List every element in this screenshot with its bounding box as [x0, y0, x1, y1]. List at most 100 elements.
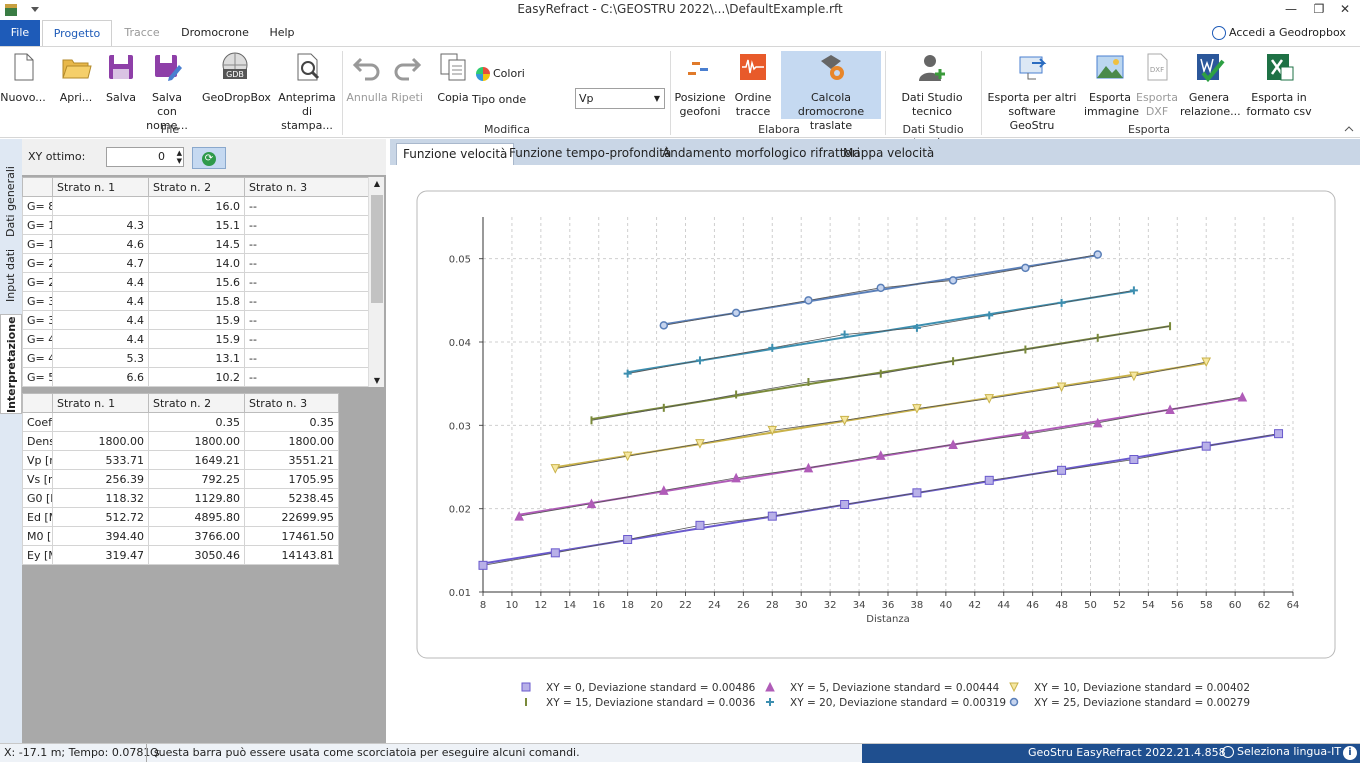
tab-progetto[interactable]: Progetto — [42, 20, 112, 46]
annulla-button[interactable]: Annulla — [346, 51, 388, 105]
table-cell[interactable]: -- — [244, 215, 368, 235]
table-cell[interactable]: -- — [244, 234, 368, 254]
salva-button[interactable]: Salva — [102, 51, 140, 105]
row-header[interactable]: G= 33 — [22, 291, 53, 311]
table-cell[interactable]: 6.6 — [52, 367, 149, 387]
tab-help[interactable]: Help — [262, 20, 302, 46]
col-header[interactable]: Strato n. 2 — [148, 177, 245, 197]
esporta-csv-button[interactable]: Esporta in formato csv — [1244, 51, 1314, 119]
table-cell[interactable]: 16.0 — [148, 196, 245, 216]
refresh-button[interactable]: ⟳ — [192, 147, 226, 169]
row-header[interactable]: G0 [M — [22, 488, 53, 508]
tab-dromocrone[interactable]: Dromocrone — [176, 20, 254, 46]
row-header[interactable]: G= 48 — [22, 348, 53, 368]
esporta-immagine-button[interactable]: Esporta immagine — [1084, 51, 1139, 119]
ripeti-button[interactable]: Ripeti — [388, 51, 426, 105]
genera-relazione-button[interactable]: Genera relazione... — [1180, 51, 1241, 119]
table-cell[interactable]: 0.35 — [52, 412, 149, 432]
tab-andamento-morfologico[interactable]: Andamento morfologico rifrattori — [656, 143, 866, 165]
row-header[interactable]: Dens — [22, 431, 53, 451]
table-cell[interactable]: 1800.00 — [148, 431, 245, 451]
tab-input-dati[interactable]: Input dati — [0, 244, 22, 304]
row-header[interactable]: G= 2: — [22, 253, 53, 273]
row-header[interactable]: Ey [M — [22, 545, 53, 565]
table-cell[interactable]: 0.35 — [244, 412, 339, 432]
col-header[interactable]: Strato n. 1 — [52, 393, 149, 413]
anteprima-button[interactable]: Anteprima di stampa... — [276, 51, 338, 133]
posizione-geofoni-button[interactable]: Posizione geofoni — [674, 51, 726, 119]
table-cell[interactable]: 13.1 — [148, 348, 245, 368]
row-header[interactable]: G= 38 — [22, 310, 53, 330]
scrollbar-thumb[interactable] — [371, 195, 383, 303]
col-header[interactable]: Strato n. 2 — [148, 393, 245, 413]
row-header[interactable]: Vp [m — [22, 450, 53, 470]
tab-funzione-tempo-profondita[interactable]: Funzione tempo-profondità — [503, 143, 677, 165]
scroll-down-icon[interactable]: ▼ — [369, 376, 385, 385]
esporta-dxf-button[interactable]: DXF Esporta DXF — [1136, 51, 1178, 119]
table-cell[interactable]: -- — [244, 310, 368, 330]
table-cell[interactable]: 4.1 — [52, 196, 149, 216]
table-cell[interactable]: 15.9 — [148, 329, 245, 349]
table-cell[interactable]: 15.9 — [148, 310, 245, 330]
tab-interpretazione[interactable]: Interpretazione — [0, 314, 22, 414]
scroll-up-icon[interactable]: ▲ — [369, 179, 385, 188]
table-scrollbar[interactable]: ▲ ▼ — [368, 177, 384, 387]
table-cell[interactable]: -- — [244, 291, 368, 311]
nuovo-button[interactable]: Nuovo... — [0, 51, 46, 105]
row-header[interactable]: G= 8. — [22, 196, 53, 216]
login-link[interactable]: Accedi a Geodropbox — [1212, 20, 1352, 46]
col-header[interactable]: Strato n. 3 — [244, 393, 339, 413]
geodropbox-button[interactable]: GDB GeoDropBox — [202, 51, 271, 105]
table-cell[interactable]: -- — [244, 253, 368, 273]
spin-down-icon[interactable]: ▼ — [177, 157, 182, 165]
row-header[interactable]: G= 4: — [22, 329, 53, 349]
table-cell[interactable]: -- — [244, 196, 368, 216]
salva-con-nome-button[interactable]: Salva con nome... — [142, 51, 192, 133]
table-cell[interactable]: 15.6 — [148, 272, 245, 292]
esporta-altri-button[interactable]: Esporta per altri software GeoStru — [986, 51, 1078, 133]
file-menu[interactable]: File — [0, 20, 40, 46]
row-header[interactable]: Ed [M — [22, 507, 53, 527]
xy-ottimo-input[interactable]: 0 ▲ ▼ — [106, 147, 184, 167]
row-header[interactable]: Coeff — [22, 412, 53, 432]
table-cell[interactable]: -- — [244, 329, 368, 349]
row-header[interactable]: G= 1: — [22, 215, 53, 235]
table-cell[interactable]: 14.5 — [148, 234, 245, 254]
row-header[interactable]: M0 [M — [22, 526, 53, 546]
colori-button[interactable]: Colori — [476, 67, 525, 81]
language-selector[interactable]: Seleziona lingua-IT — [1222, 745, 1341, 758]
row-header[interactable]: Vs [m — [22, 469, 53, 489]
apri-button[interactable]: Apri... — [54, 51, 98, 105]
col-header[interactable]: Strato n. 1 — [52, 177, 149, 197]
tipo-onde-select[interactable]: Vp ▼ — [575, 88, 665, 109]
table-cell[interactable]: 10.2 — [148, 367, 245, 387]
collapse-ribbon-icon[interactable] — [1344, 125, 1354, 133]
table-cell[interactable]: 4.4 — [52, 272, 149, 292]
table-cell[interactable]: 14.0 — [148, 253, 245, 273]
table-cell[interactable]: 4.4 — [52, 291, 149, 311]
tab-funzione-velocita[interactable]: Funzione velocità — [396, 143, 515, 165]
close-button[interactable]: ✕ — [1322, 0, 1360, 20]
col-header[interactable]: Strato n. 3 — [244, 177, 368, 197]
table-cell[interactable]: -- — [244, 348, 368, 368]
copia-button[interactable]: Copia — [436, 51, 470, 105]
row-header[interactable]: G= 28 — [22, 272, 53, 292]
table-cell[interactable]: 4.6 — [52, 234, 149, 254]
spin-up-icon[interactable]: ▲ — [177, 149, 182, 157]
table-cell[interactable]: -- — [244, 367, 368, 387]
row-header[interactable]: G= 18 — [22, 234, 53, 254]
tab-mappa-velocita[interactable]: Mappa velocità — [837, 143, 940, 165]
table-cell[interactable]: 1800.00 — [52, 431, 149, 451]
table-cell[interactable]: 15.1 — [148, 215, 245, 235]
table-cell[interactable]: 5.3 — [52, 348, 149, 368]
table-cell[interactable]: 4.4 — [52, 329, 149, 349]
ordine-tracce-button[interactable]: Ordine tracce — [730, 51, 776, 119]
info-icon[interactable]: i — [1343, 746, 1357, 760]
table-cell[interactable]: 4.7 — [52, 253, 149, 273]
row-header[interactable]: G= 5: — [22, 367, 53, 387]
tab-dati-generali[interactable]: Dati generali — [0, 149, 22, 239]
table-cell[interactable]: 4.3 — [52, 215, 149, 235]
table-cell[interactable]: 4.4 — [52, 310, 149, 330]
table-cell[interactable]: -- — [244, 272, 368, 292]
table-cell[interactable]: 15.8 — [148, 291, 245, 311]
